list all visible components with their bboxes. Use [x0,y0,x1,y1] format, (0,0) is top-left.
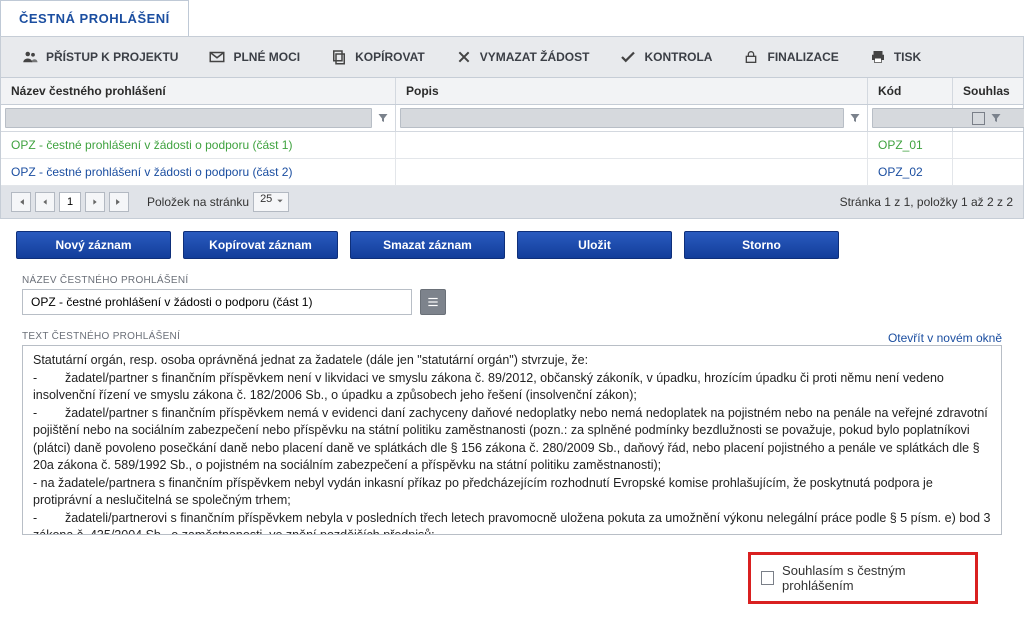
name-field-label: NÁZEV ČESTNÉHO PROHLÁŠENÍ [22,275,1002,286]
save-button[interactable]: Uložit [517,231,672,259]
chevron-down-icon [276,196,284,208]
cell-kod: OPZ_02 [868,159,953,185]
cell-name: OPZ - čestné prohlášení v žádosti o podp… [1,132,396,158]
toolbar-label: KONTROLA [644,50,712,64]
lock-icon [742,48,760,66]
pager-next-button[interactable] [85,192,105,212]
filter-name-input[interactable] [5,108,372,128]
pager-first-button[interactable] [11,192,31,212]
filter-icon[interactable] [375,110,391,126]
toolbar-copy[interactable]: KOPÍROVAT [316,42,439,72]
agree-checkbox-container[interactable]: Souhlasím s čestným prohlášením [748,552,978,604]
cancel-button[interactable]: Storno [684,231,839,259]
list-picker-button[interactable] [420,289,446,315]
x-icon [455,48,473,66]
toolbar-label: KOPÍROVAT [355,50,425,64]
toolbar-label: PŘÍSTUP K PROJEKTU [46,50,178,64]
pager-summary: Stránka 1 z 1, položky 1 až 2 z 2 [840,195,1013,209]
open-new-window-link[interactable]: Otevřít v novém okně [888,331,1002,345]
agree-label: Souhlasím s čestným prohlášením [782,563,965,593]
people-icon [21,48,39,66]
cell-popis [396,159,868,185]
pager-prev-button[interactable] [35,192,55,212]
toolbar: PŘÍSTUP K PROJEKTU PLNÉ MOCI KOPÍROVAT V… [0,36,1024,78]
toolbar-check[interactable]: KONTROLA [605,42,726,72]
toolbar-finalize[interactable]: FINALIZACE [728,42,852,72]
new-record-button[interactable]: Nový záznam [16,231,171,259]
declaration-name-input[interactable] [22,289,412,315]
col-header-name[interactable]: Název čestného prohlášení [1,78,396,104]
pager-page-input[interactable] [59,192,81,212]
filter-popis-input[interactable] [400,108,844,128]
cell-souhlas [953,159,1023,185]
delete-record-button[interactable]: Smazat záznam [350,231,505,259]
filter-icon[interactable] [988,110,1004,126]
table-row[interactable]: OPZ - čestné prohlášení v žádosti o podp… [1,159,1023,186]
agree-checkbox[interactable] [761,571,774,585]
col-header-popis[interactable]: Popis [396,78,868,104]
pager-items-select[interactable]: 25 [253,192,289,212]
declaration-text-area[interactable] [22,345,1002,535]
filter-icon[interactable] [847,110,863,126]
toolbar-print[interactable]: TISK [855,42,935,72]
copy-icon [330,48,348,66]
copy-record-button[interactable]: Kopírovat záznam [183,231,338,259]
cell-popis [396,132,868,158]
pager-items-value: 25 [260,193,272,205]
grid-filter-row [1,105,1023,132]
print-icon [869,48,887,66]
cell-name: OPZ - čestné prohlášení v žádosti o podp… [1,159,396,185]
cell-souhlas [953,132,1023,158]
check-icon [619,48,637,66]
toolbar-project-access[interactable]: PŘÍSTUP K PROJEKTU [7,42,192,72]
grid-header: Název čestného prohlášení Popis Kód Souh… [1,78,1023,105]
pager-items-label: Položek na stránku [147,195,249,209]
toolbar-label: FINALIZACE [767,50,838,64]
form-section: NÁZEV ČESTNÉHO PROHLÁŠENÍ TEXT ČESTNÉHO … [0,265,1024,634]
text-field-label: TEXT ČESTNÉHO PROHLÁŠENÍ [22,331,180,342]
toolbar-delete-request[interactable]: VYMAZAT ŽÁDOST [441,42,604,72]
toolbar-label: PLNÉ MOCI [233,50,300,64]
mail-icon [208,48,226,66]
col-header-souhlas[interactable]: Souhlas [953,78,1023,104]
toolbar-powers[interactable]: PLNÉ MOCI [194,42,314,72]
toolbar-label: VYMAZAT ŽÁDOST [480,50,590,64]
pager-last-button[interactable] [109,192,129,212]
table-row[interactable]: OPZ - čestné prohlášení v žádosti o podp… [1,132,1023,159]
toolbar-label: TISK [894,50,921,64]
declarations-grid: Název čestného prohlášení Popis Kód Souh… [0,78,1024,219]
cell-kod: OPZ_01 [868,132,953,158]
pager: Položek na stránku 25 Stránka 1 z 1, pol… [1,186,1023,218]
col-header-kod[interactable]: Kód [868,78,953,104]
tab-title: ČESTNÁ PROHLÁŠENÍ [0,0,189,36]
filter-souhlas-checkbox[interactable] [972,112,985,125]
action-bar: Nový záznam Kopírovat záznam Smazat zázn… [0,219,1024,265]
